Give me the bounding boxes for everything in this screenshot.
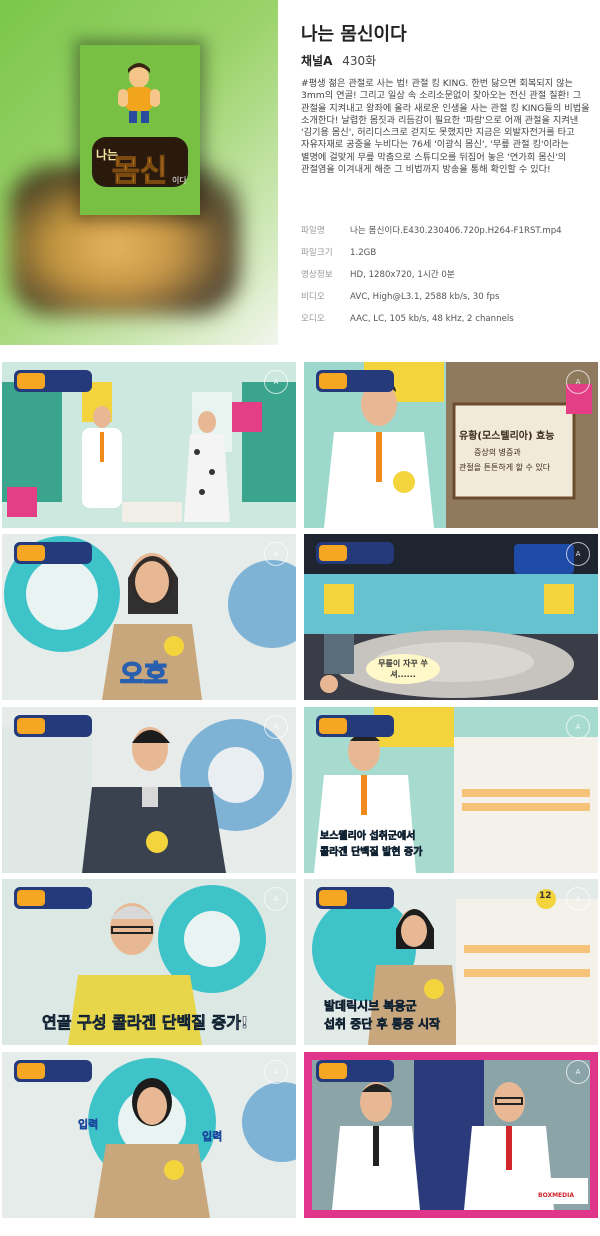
show-badge-icon (14, 715, 92, 737)
screenshot-thumbnail[interactable]: 연골 구성 콜라겐 단백질 증가! A (2, 879, 296, 1045)
show-badge-icon (14, 370, 92, 392)
channel-watermark: A (566, 1060, 590, 1084)
board-line: 관절을 튼튼하게 할 수 있다 (459, 463, 551, 472)
screenshot-thumbnail[interactable]: 유황(모스텔리아) 효능 증상의 병증과 관절을 튼튼하게 할 수 있다 A (304, 362, 598, 528)
screenshot-thumbnail[interactable]: A (2, 707, 296, 873)
screenshot-thumbnail[interactable]: 무릎이 자꾸 쑤셔...... A (304, 534, 598, 700)
file-info-value: 나는 몸신이다.E430.230406.720p.H264-F1RST.mp4 (350, 226, 562, 236)
screenshot-thumbnail[interactable]: 입력 입력 A (2, 1052, 296, 1218)
show-badge-icon (14, 542, 92, 564)
channel-watermark: A (566, 370, 590, 394)
file-info-value: AVC, High@L3.1, 2588 kb/s, 30 fps (350, 292, 500, 302)
channel-name: 채널A (301, 54, 333, 68)
caption-text: 연골 구성 콜라겐 단백질 증가! (42, 1013, 249, 1033)
svg-text:몸신: 몸신 (112, 154, 167, 189)
screenshot-thumbnail[interactable]: BOXMEDIA A (304, 1052, 598, 1218)
program-title: 나는 몸신이다 (301, 24, 407, 45)
brand-logo: BOXMEDIA (538, 1192, 575, 1199)
channel-line: 채널A 430화 (301, 52, 376, 69)
caption-text: 보스웰리아 섭취군에서 (320, 831, 416, 843)
channel-watermark: A (264, 542, 288, 566)
episode-number: 430화 (342, 54, 377, 68)
file-info-value: HD, 1280x720, 1시간 0분 (350, 270, 455, 280)
board-line: 증상의 병증과 (474, 448, 521, 457)
caption-text: 입력 (202, 1130, 223, 1144)
program-description: #평생 젊은 관절로 사는 법! 관절 킹 KING. 한번 닳으면 회복되지 … (301, 78, 590, 176)
channel-watermark: A (264, 715, 288, 739)
file-info-key: 영상정보 (301, 270, 333, 280)
screenshot-thumbnail[interactable]: 오호 A (2, 534, 296, 700)
board-title: 유황(모스텔리아) 효능 (459, 431, 555, 442)
screenshot-thumbnail[interactable]: 보스웰리아 섭취군에서 콜라겐 단백질 발현 증가 A (304, 707, 598, 873)
caption-text: 섭취 중단 후 통증 시작 (324, 1017, 441, 1032)
program-poster: 나는 몸신 이다 (0, 0, 278, 345)
show-badge-icon (316, 1060, 394, 1082)
svg-text:이다: 이다 (172, 175, 187, 185)
speech-bubble: 무릎이 자꾸 쑤셔...... (366, 654, 440, 684)
file-info-value: AAC, LC, 105 kb/s, 48 kHz, 2 channels (350, 314, 514, 324)
file-info-key: 오디오 (301, 314, 325, 324)
show-badge-icon (316, 887, 394, 909)
show-badge-icon (316, 715, 394, 737)
channel-watermark: A (264, 1060, 288, 1084)
caption-text: 입력 (78, 1118, 99, 1132)
channel-watermark: A (566, 715, 590, 739)
screenshot-thumbnail[interactable]: A (2, 362, 296, 528)
caption-text: 오호 (119, 659, 168, 691)
channel-watermark: A (264, 887, 288, 911)
poster-card: 나는 몸신 이다 (80, 45, 200, 215)
file-info-key: 비디오 (301, 292, 325, 302)
caption-text: 발데릭시브 복용군 (324, 999, 417, 1014)
show-badge-icon (316, 542, 394, 564)
file-info-value: 1.2GB (350, 248, 377, 258)
screenshot-thumbnail[interactable]: 12 발데릭시브 복용군 섭취 중단 후 통증 시작 A (304, 879, 598, 1045)
page-number-badge: 12 (539, 891, 552, 901)
channel-watermark: A (566, 887, 590, 911)
file-info-key: 파일명 (301, 226, 325, 236)
file-info-key: 파일크기 (301, 248, 333, 258)
show-badge-icon (316, 370, 394, 392)
channel-watermark: A (264, 370, 288, 394)
caption-text: 콜라겐 단백질 발현 증가 (320, 847, 423, 859)
show-badge-icon (14, 1060, 92, 1082)
mascot-icon (118, 63, 160, 123)
show-badge-icon (14, 887, 92, 909)
show-logo: 나는 몸신 이다 (92, 137, 188, 190)
channel-watermark: A (566, 542, 590, 566)
